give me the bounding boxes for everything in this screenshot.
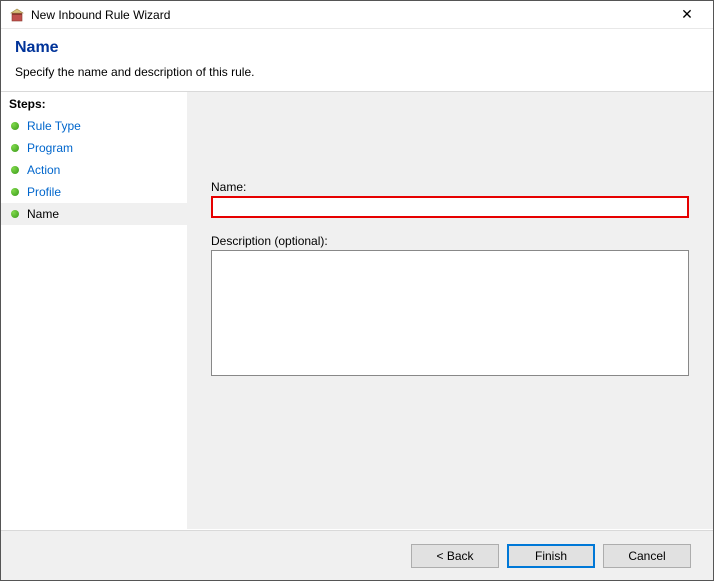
title-bar: New Inbound Rule Wizard ✕ xyxy=(1,1,713,29)
wizard-header: Name Specify the name and description of… xyxy=(1,29,713,92)
step-label: Rule Type xyxy=(27,119,81,133)
cancel-button[interactable]: Cancel xyxy=(603,544,691,568)
page-subtitle: Specify the name and description of this… xyxy=(15,65,699,79)
name-field-group: Name: xyxy=(211,180,689,218)
step-name[interactable]: Name xyxy=(1,203,187,225)
description-textarea[interactable] xyxy=(211,250,689,376)
steps-sidebar: Steps: Rule Type Program Action Profile … xyxy=(1,92,187,529)
content-panel: Name: Description (optional): xyxy=(187,92,713,529)
window-title: New Inbound Rule Wizard xyxy=(31,8,667,22)
step-label: Name xyxy=(27,207,59,221)
wizard-icon xyxy=(9,7,25,23)
wizard-body: Steps: Rule Type Program Action Profile … xyxy=(1,92,713,529)
step-program[interactable]: Program xyxy=(1,137,187,159)
step-label: Profile xyxy=(27,185,61,199)
bullet-icon xyxy=(11,144,19,152)
step-action[interactable]: Action xyxy=(1,159,187,181)
wizard-footer: < Back Finish Cancel xyxy=(1,530,713,580)
bullet-icon xyxy=(11,210,19,218)
step-label: Action xyxy=(27,163,60,177)
name-label: Name: xyxy=(211,180,689,194)
back-button[interactable]: < Back xyxy=(411,544,499,568)
close-icon: ✕ xyxy=(681,6,693,23)
step-profile[interactable]: Profile xyxy=(1,181,187,203)
steps-heading: Steps: xyxy=(1,94,187,115)
bullet-icon xyxy=(11,188,19,196)
description-field-group: Description (optional): xyxy=(211,234,689,379)
step-label: Program xyxy=(27,141,73,155)
description-label: Description (optional): xyxy=(211,234,689,248)
finish-button[interactable]: Finish xyxy=(507,544,595,568)
close-button[interactable]: ✕ xyxy=(667,4,707,26)
bullet-icon xyxy=(11,122,19,130)
name-input-highlight xyxy=(211,196,689,218)
step-rule-type[interactable]: Rule Type xyxy=(1,115,187,137)
name-input[interactable] xyxy=(213,198,687,216)
bullet-icon xyxy=(11,166,19,174)
page-title: Name xyxy=(15,39,699,57)
